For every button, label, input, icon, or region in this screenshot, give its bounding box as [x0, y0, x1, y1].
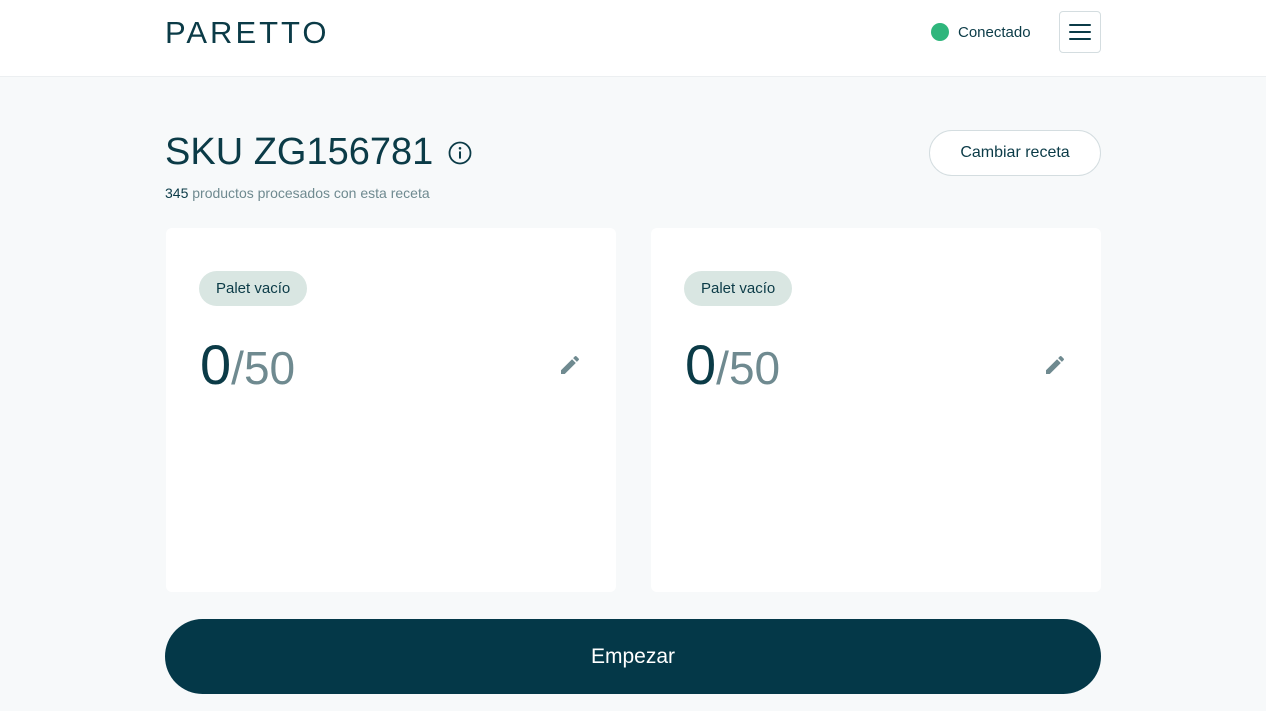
processed-label: productos procesados con esta receta — [192, 185, 430, 201]
status-dot-icon — [931, 23, 949, 41]
hamburger-menu-icon — [1069, 38, 1091, 40]
start-button[interactable]: Empezar — [165, 619, 1101, 694]
pallet-status-badge: Palet vacío — [199, 271, 308, 306]
recipe-title: SKU ZG156781 — [165, 131, 434, 173]
pallet-status-badge: Palet vacío — [684, 271, 793, 306]
menu-button[interactable] — [1059, 11, 1101, 53]
pallet-counter: 0/50 — [685, 332, 780, 413]
top-bar: PARETTO Conectado — [0, 0, 1266, 77]
hamburger-menu-icon — [1069, 31, 1091, 33]
pallet-counter: 0/50 — [200, 332, 295, 413]
info-icon[interactable] — [448, 141, 472, 165]
pallet-card-1: Palet vacío 0/50 — [166, 228, 616, 592]
pallet-capacity: 50 — [728, 342, 781, 394]
change-recipe-button[interactable]: Cambiar receta — [929, 130, 1101, 176]
pencil-icon[interactable] — [558, 353, 582, 377]
pallet-current-count: 0 — [685, 333, 717, 396]
connection-status: Conectado — [931, 22, 1031, 42]
paretto-logo: PARETTO — [165, 15, 330, 50]
pallet-card-2: Palet vacío 0/50 — [651, 228, 1101, 592]
hamburger-menu-icon — [1069, 24, 1091, 26]
processed-count: 345 — [165, 185, 189, 201]
pallet-current-count: 0 — [200, 333, 232, 396]
pallet-capacity: 50 — [243, 342, 296, 394]
processed-info: 345 productos procesados con esta receta — [165, 185, 430, 201]
pallet-counter-separator: / — [716, 342, 729, 394]
status-label: Conectado — [958, 23, 1031, 41]
pencil-icon[interactable] — [1043, 353, 1067, 377]
pallet-counter-separator: / — [231, 342, 244, 394]
